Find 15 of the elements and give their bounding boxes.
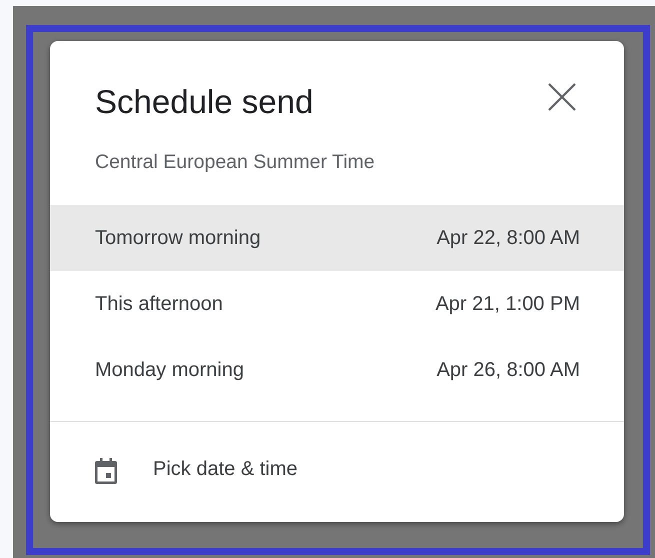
option-time: Apr 21, 1:00 PM <box>435 292 580 318</box>
timezone-label: Central European Summer Time <box>94 150 376 175</box>
option-label: Tomorrow morning <box>95 226 261 252</box>
option-time: Apr 26, 8:00 AM <box>436 358 580 384</box>
dialog-title: Schedule send <box>95 82 314 122</box>
pick-label: Pick date & time <box>153 456 298 482</box>
option-label: Monday morning <box>95 358 244 384</box>
close-icon <box>546 81 578 113</box>
option-label: This afternoon <box>95 292 223 318</box>
schedule-option[interactable]: Monday morning Apr 26, 8:00 AM <box>50 337 624 404</box>
schedule-option[interactable]: Tomorrow morning Apr 22, 8:00 AM <box>50 205 624 272</box>
pick-date-time-button[interactable]: Pick date & time <box>50 421 624 516</box>
schedule-option[interactable]: This afternoon Apr 21, 1:00 PM <box>50 271 624 338</box>
calendar-icon <box>95 458 117 484</box>
option-time: Apr 22, 8:00 AM <box>436 226 580 252</box>
